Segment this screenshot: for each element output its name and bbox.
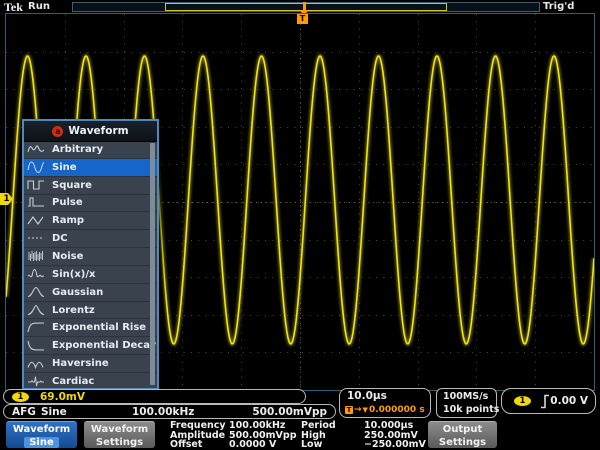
menu-item-lorentz[interactable]: Lorentz — [24, 302, 157, 320]
param-value: −250.00mV — [364, 440, 426, 450]
menu-item-label: Sine — [52, 162, 77, 173]
menu-item-label: Exponential Decay — [52, 340, 156, 351]
menu-item-square[interactable]: Square — [24, 177, 157, 195]
afg-frequency: 100.00kHz — [132, 406, 194, 418]
button-line2: Sine — [24, 437, 59, 448]
menu-item-pulse[interactable]: Pulse — [24, 195, 157, 213]
menu-item-label: Ramp — [52, 215, 84, 226]
oscilloscope-screen: Tek Run Trig'd T 1 a Waveform Arbitrary … — [0, 0, 600, 450]
param-value: 0.0000 V — [229, 440, 297, 450]
menu-item-sinc[interactable]: Sin(x)/x — [24, 266, 157, 284]
button-line2: Settings — [84, 436, 155, 449]
afg-param-values-col2: 10.000µs 250.00mV −250.00mV — [364, 421, 426, 450]
param-label: Offset — [170, 440, 226, 450]
arrow-right-icon: → — [354, 405, 362, 415]
dc-level-icon — [27, 232, 45, 245]
menu-item-arbitrary[interactable]: Arbitrary — [24, 141, 157, 159]
menu-item-label: Gaussian — [52, 287, 103, 298]
button-line2: Settings — [428, 436, 497, 449]
exp-decay-icon — [27, 339, 45, 352]
ramp-wave-icon — [27, 214, 45, 227]
trigger-status: Trig'd — [543, 1, 574, 12]
menu-item-gaussian[interactable]: Gaussian — [24, 284, 157, 302]
afg-source-label: AFG — [12, 406, 36, 418]
button-line1: Waveform — [84, 423, 155, 436]
button-line1: Waveform — [6, 423, 77, 436]
output-settings-button[interactable]: Output Settings — [428, 421, 497, 448]
menu-item-label: Haversine — [52, 358, 109, 369]
trigger-delay-value: 0.000000 s — [369, 405, 425, 415]
exp-rise-icon — [27, 321, 45, 334]
afg-waveform-label: Sine — [41, 406, 67, 418]
rising-edge-icon — [540, 394, 550, 409]
trigger-delay-readout: T → ▼ 0.000000 s — [345, 405, 425, 415]
record-trigger-marker — [303, 2, 306, 10]
horizontal-readout: 10.0µs T → ▼ 0.000000 s — [339, 388, 431, 418]
menu-item-label: Noise — [52, 251, 83, 262]
square-wave-icon — [27, 179, 45, 192]
menu-scrollbar[interactable] — [150, 143, 155, 385]
menu-item-dc[interactable]: DC — [24, 230, 157, 248]
menu-item-label: Sin(x)/x — [52, 269, 95, 280]
menu-item-sine[interactable]: Sine — [24, 159, 157, 177]
menu-item-label: Square — [52, 180, 92, 191]
menu-item-label: Cardiac — [52, 376, 94, 387]
menu-item-label: Lorentz — [52, 305, 95, 316]
waveform-menu-list: Arbitrary Sine Square Pulse Ramp DC Nois… — [24, 141, 157, 388]
channel1-readout: 1 69.0mV — [3, 389, 306, 404]
noise-wave-icon — [27, 250, 45, 263]
afg-param-labels-col1: Frequency Amplitude Offset — [170, 421, 226, 450]
channel1-badge: 1 — [12, 392, 29, 402]
trigger-t-icon: T — [345, 406, 353, 414]
param-label: Low — [301, 440, 336, 450]
softkey-bar: Waveform Sine Waveform Settings Frequenc… — [0, 419, 600, 450]
sample-rate: 100MS/s — [443, 391, 488, 402]
gaussian-wave-icon — [27, 286, 45, 299]
menu-item-haversine[interactable]: Haversine — [24, 355, 157, 373]
afg-amplitude: 500.00mVpp — [252, 406, 327, 418]
menu-item-label: Exponential Rise — [52, 322, 146, 333]
trigger-level: 0.00 V — [550, 395, 588, 407]
sine-wave-icon — [27, 161, 45, 174]
horizontal-scale: 10.0µs — [347, 390, 387, 402]
button-line1: Output — [428, 423, 497, 436]
afg-readout: AFG Sine 100.00kHz 500.00mVpp — [3, 404, 336, 419]
sinc-wave-icon — [27, 268, 45, 281]
waveform-settings-button[interactable]: Waveform Settings — [84, 421, 155, 448]
acquisition-readout: 100MS/s 10k points — [436, 388, 497, 418]
menu-title-label: Waveform — [68, 125, 128, 137]
channel1-scale: 69.0mV — [40, 391, 85, 403]
menu-item-exponential-decay[interactable]: Exponential Decay — [24, 337, 157, 355]
menu-item-noise[interactable]: Noise — [24, 248, 157, 266]
afg-param-values-col1: 100.00kHz 500.00mVpp 0.0000 V — [229, 421, 297, 450]
waveform-menu-title: a Waveform — [24, 121, 157, 142]
haversine-wave-icon — [27, 357, 45, 370]
trigger-readout: 1 0.00 V — [501, 388, 596, 414]
expansion-marker-icon: ▼ — [363, 406, 368, 414]
cardiac-wave-icon — [27, 375, 45, 388]
waveform-sine-button[interactable]: Waveform Sine — [6, 421, 77, 448]
afg-param-labels-col2: Period High Low — [301, 421, 336, 450]
menu-item-label: Pulse — [52, 197, 83, 208]
multipurpose-a-knob-icon: a — [52, 126, 63, 137]
arbitrary-wave-icon — [27, 143, 45, 156]
acquisition-status: Run — [28, 1, 50, 12]
menu-item-label: Arbitrary — [52, 144, 103, 155]
lorentz-wave-icon — [27, 304, 45, 317]
menu-item-ramp[interactable]: Ramp — [24, 212, 157, 230]
menu-item-label: DC — [52, 233, 68, 244]
trigger-source-badge: 1 — [514, 396, 531, 406]
record-length: 10k points — [443, 404, 499, 415]
trigger-position-flag: T — [297, 14, 308, 24]
menu-item-exponential-rise[interactable]: Exponential Rise — [24, 319, 157, 337]
waveform-menu: a Waveform Arbitrary Sine Square Pulse R… — [22, 119, 159, 390]
pulse-wave-icon — [27, 196, 45, 209]
